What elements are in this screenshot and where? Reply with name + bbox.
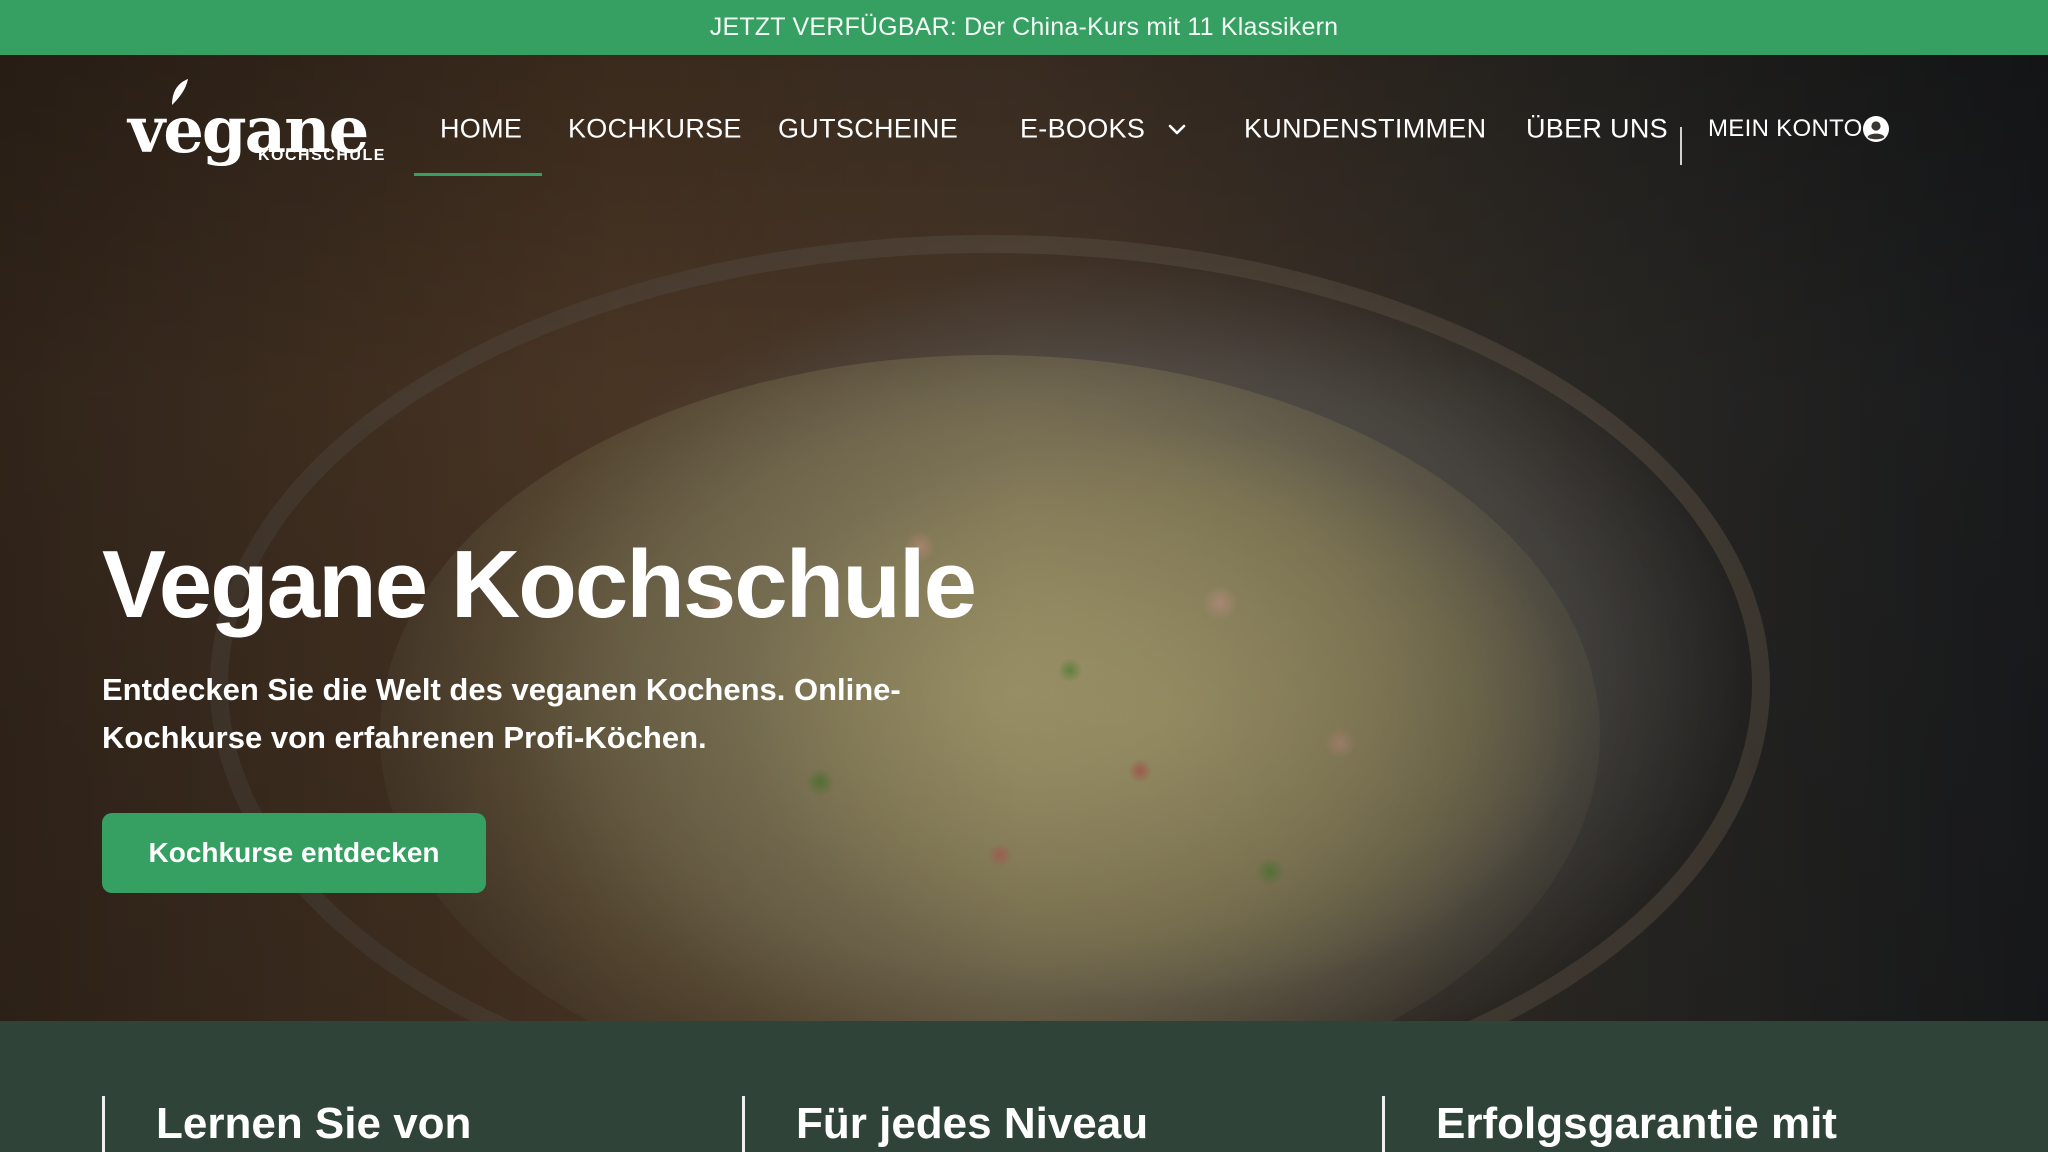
nav-item-kochkurse[interactable]: KOCHKURSE xyxy=(568,114,742,145)
nav-item-gutscheine[interactable]: GUTSCHEINE xyxy=(778,114,958,145)
user-circle-icon[interactable] xyxy=(1862,115,1890,143)
feature-divider xyxy=(102,1096,105,1152)
nav-item-kundenstimmen[interactable]: KUNDENSTIMMEN xyxy=(1244,114,1486,145)
hero-title: Vegane Kochschule xyxy=(102,531,977,638)
announcement-text[interactable]: JETZT VERFÜGBAR: Der China-Kurs mit 11 K… xyxy=(710,13,1338,42)
chevron-down-icon[interactable] xyxy=(1166,118,1188,140)
nav-item-home[interactable]: HOME xyxy=(440,114,522,145)
feature-title: Erfolgsgarantie mit xyxy=(1436,1099,1837,1148)
discover-courses-button[interactable]: Kochkurse entdecken xyxy=(102,813,486,893)
nav-active-indicator xyxy=(414,173,542,176)
feature-divider xyxy=(742,1096,745,1152)
hero-subtitle: Entdecken Sie die Welt des veganen Koche… xyxy=(102,672,901,755)
nav-divider xyxy=(1680,127,1682,165)
feature-title: Lernen Sie von xyxy=(156,1099,472,1148)
account-link[interactable]: MEIN KONTO xyxy=(1708,115,1863,143)
nav-item-ebooks[interactable]: E-BOOKS xyxy=(1020,114,1145,145)
announcement-bar[interactable]: JETZT VERFÜGBAR: Der China-Kurs mit 11 K… xyxy=(0,0,2048,55)
feature-divider xyxy=(1382,1096,1385,1152)
nav-item-ueber-uns[interactable]: ÜBER UNS xyxy=(1526,114,1668,145)
logo-subtitle: KOCHSCHULE xyxy=(258,147,386,164)
feature-title: Für jedes Niveau xyxy=(796,1099,1149,1148)
cta-label: Kochkurse entdecken xyxy=(148,837,440,868)
main-navigation: vegane KOCHSCHULE HOME KOCHKURSE GUTSCHE… xyxy=(0,55,2048,180)
features-section: Lernen Sie von Für jedes Niveau Erfolgsg… xyxy=(0,1021,2048,1152)
site-logo[interactable]: vegane KOCHSCHULE xyxy=(128,79,388,173)
